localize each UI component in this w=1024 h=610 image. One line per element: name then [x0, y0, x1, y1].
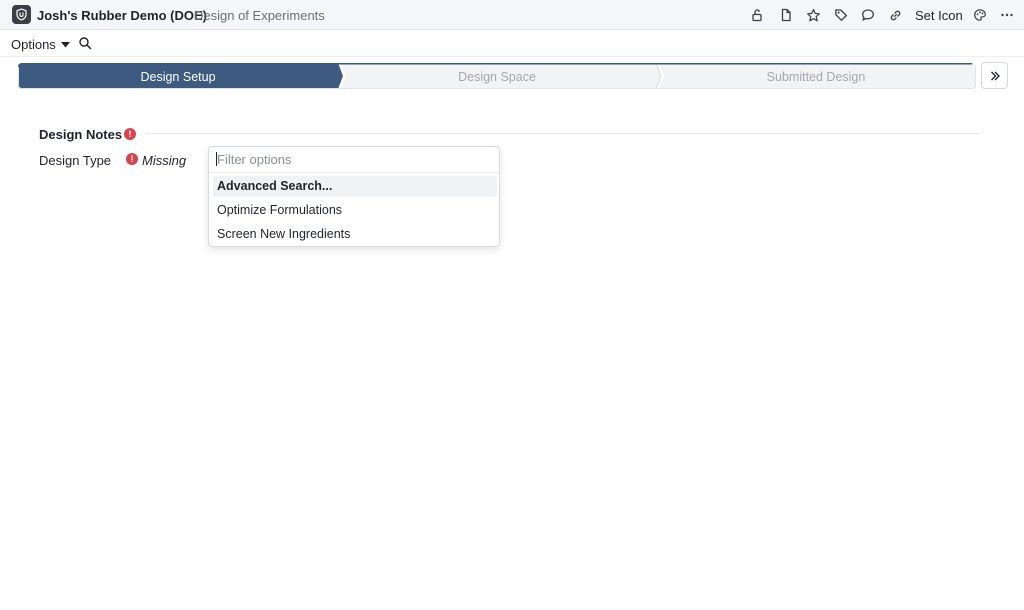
search-icon[interactable]: [78, 36, 94, 52]
expand-stepper-button[interactable]: [981, 62, 1008, 89]
app-shield-icon: [12, 5, 31, 24]
tag-icon[interactable]: [832, 6, 850, 24]
field-label-design-type: Design Type: [39, 153, 112, 168]
star-icon[interactable]: [804, 6, 822, 24]
app-subtitle: Design of Experiments: [194, 8, 325, 23]
options-menu-button[interactable]: Options: [11, 37, 70, 52]
set-icon-button[interactable]: Set Icon: [915, 8, 963, 23]
text-caret: [216, 152, 217, 166]
toolbar: Options: [0, 31, 1024, 57]
comment-icon[interactable]: [859, 6, 877, 24]
dropdown-option-screen-new-ingredients[interactable]: Screen New Ingredients: [213, 224, 497, 245]
missing-status: Missing: [142, 153, 187, 168]
document-icon[interactable]: [777, 6, 795, 24]
dropdown-option-optimize-formulations[interactable]: Optimize Formulations: [213, 200, 497, 221]
missing-error-icon: !: [126, 153, 138, 165]
dropdown-option-advanced-search[interactable]: Advanced Search...: [213, 176, 497, 197]
step-design-space[interactable]: Design Space: [458, 70, 536, 84]
error-icon: !: [124, 128, 136, 140]
top-header: Josh's Rubber Demo (DOE) Design of Exper…: [0, 0, 1024, 30]
options-label: Options: [11, 37, 56, 52]
filter-options-input[interactable]: [209, 147, 499, 173]
section-title: Design Notes: [39, 127, 123, 142]
app-title: Josh's Rubber Demo (DOE): [37, 8, 207, 23]
step-submitted-design[interactable]: Submitted Design: [767, 70, 866, 84]
double-chevron-right-icon: [990, 71, 1000, 80]
design-type-dropdown: Advanced Search... Optimize Formulations…: [208, 146, 500, 247]
caret-down-icon: [60, 41, 70, 47]
link-icon[interactable]: [886, 6, 904, 24]
lock-open-icon[interactable]: [748, 6, 766, 24]
step-design-setup[interactable]: Design Setup: [140, 70, 215, 84]
section-divider: [145, 133, 980, 134]
palette-icon[interactable]: [971, 6, 989, 24]
more-icon[interactable]: [998, 6, 1016, 24]
design-stepper: Design Setup Design Space Submitted Desi…: [18, 63, 976, 89]
